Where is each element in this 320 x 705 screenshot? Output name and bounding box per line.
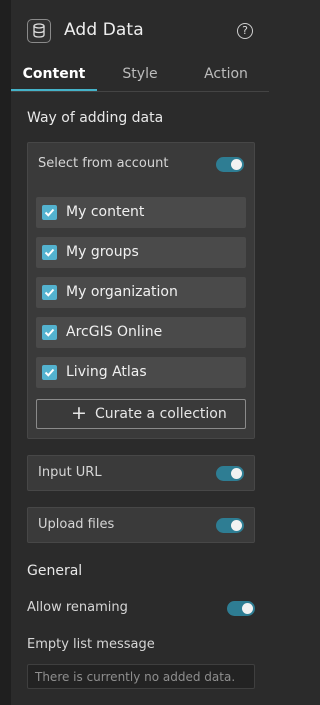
plus-icon: +: [71, 402, 87, 424]
select-from-account-toggle[interactable]: [216, 157, 244, 172]
option-label: ArcGIS Online: [66, 324, 163, 340]
upload-files-group: Upload files: [27, 507, 255, 543]
toggle-knob: [242, 603, 253, 614]
option-arcgis-online[interactable]: ArcGIS Online: [36, 317, 246, 348]
input-url-group: Input URL: [27, 455, 255, 491]
option-my-groups[interactable]: My groups: [36, 237, 246, 268]
tab-style[interactable]: Style: [97, 62, 183, 91]
panel-header: Add Data ?: [11, 0, 269, 62]
toggle-knob: [231, 159, 242, 170]
select-from-account-group: Select from account My content My groups…: [27, 142, 255, 439]
toggle-knob: [231, 468, 242, 479]
checkbox-checked-icon[interactable]: [42, 285, 57, 300]
select-from-account-label: Select from account: [38, 156, 169, 171]
tab-content[interactable]: Content: [11, 62, 97, 91]
settings-panel: Add Data ? Content Style Action Way of a…: [11, 0, 269, 705]
upload-files-toggle[interactable]: [216, 518, 244, 533]
checkbox-checked-icon[interactable]: [42, 365, 57, 380]
option-living-atlas[interactable]: Living Atlas: [36, 357, 246, 388]
help-icon[interactable]: ?: [237, 23, 253, 39]
checkbox-checked-icon[interactable]: [42, 205, 57, 220]
allow-renaming-toggle[interactable]: [227, 601, 255, 616]
left-strip: [0, 0, 11, 705]
option-label: My groups: [66, 244, 139, 260]
option-label: Living Atlas: [66, 364, 147, 380]
tab-bar: Content Style Action: [11, 62, 269, 92]
empty-list-message-label: Empty list message: [27, 637, 155, 652]
curate-collection-button[interactable]: + Curate a collection: [36, 399, 246, 429]
checkbox-checked-icon[interactable]: [42, 245, 57, 260]
input-url-toggle[interactable]: [216, 466, 244, 481]
option-my-organization[interactable]: My organization: [36, 277, 246, 308]
way-of-adding-data-heading: Way of adding data: [27, 110, 164, 126]
input-url-label: Input URL: [38, 465, 102, 480]
option-label: My content: [66, 204, 145, 220]
tab-action[interactable]: Action: [183, 62, 269, 91]
checkbox-checked-icon[interactable]: [42, 325, 57, 340]
option-my-content[interactable]: My content: [36, 197, 246, 228]
upload-files-label: Upload files: [38, 517, 115, 532]
general-heading: General: [27, 563, 83, 579]
allow-renaming-label: Allow renaming: [27, 600, 128, 615]
empty-list-message-input[interactable]: There is currently no added data.: [27, 664, 255, 689]
toggle-knob: [231, 520, 242, 531]
database-icon: [27, 19, 51, 43]
option-label: My organization: [66, 284, 178, 300]
panel-title: Add Data: [64, 20, 144, 40]
curate-collection-label: Curate a collection: [95, 406, 227, 422]
